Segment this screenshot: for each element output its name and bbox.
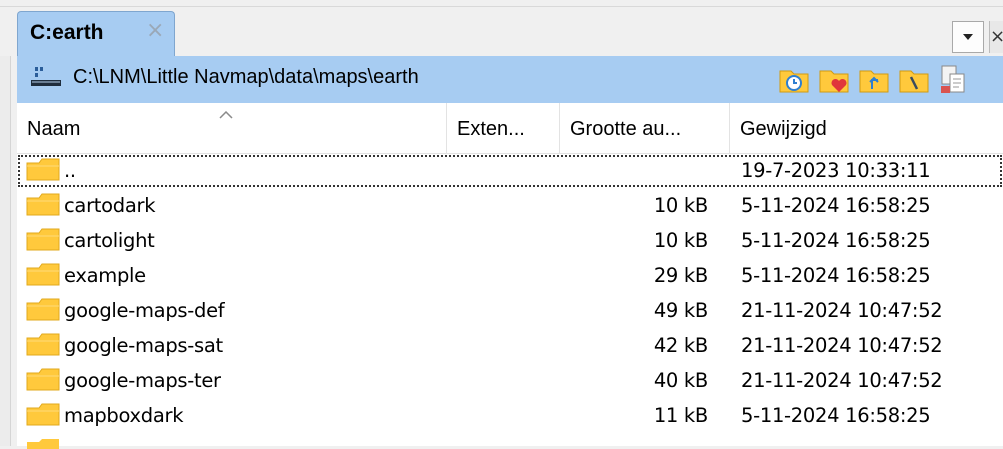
- tab-close-icon[interactable]: ×: [146, 18, 164, 43]
- tab-strip-topline: [0, 0, 1003, 7]
- list-item-name: cartodark: [64, 194, 156, 217]
- list-item-partial[interactable]: [17, 434, 1003, 449]
- list-item-size: 10 kB: [653, 194, 708, 217]
- list-item[interactable]: google-maps-sat 42 kB 21-11-2024 10:47:52: [17, 329, 1003, 363]
- current-path[interactable]: C:\LNM\Little Navmap\data\maps\earth: [73, 66, 419, 89]
- list-item-modified: 5-11-2024 16:58:25: [741, 264, 931, 287]
- list-item-size: 42 kB: [653, 334, 708, 357]
- column-header-modified[interactable]: Gewijzigd: [730, 103, 1003, 153]
- history-icon[interactable]: [777, 62, 811, 96]
- column-header-size-label: Grootte au...: [570, 118, 682, 140]
- drive-icon: [31, 67, 61, 86]
- sort-ascending-icon: [219, 111, 233, 119]
- folder-icon: [26, 333, 60, 356]
- tab-label: C:earth: [30, 21, 104, 44]
- list-item-modified: 21-11-2024 10:47:52: [741, 369, 943, 392]
- list-item[interactable]: cartolight 10 kB 5-11-2024 16:58:25: [17, 224, 1003, 258]
- tab-strip: C:earth × ×: [0, 0, 1003, 56]
- parent-folder-icon[interactable]: [857, 62, 891, 96]
- list-item-size: 49 kB: [653, 299, 708, 322]
- list-item-size: 29 kB: [653, 264, 708, 287]
- list-item-name: google-maps-sat: [64, 334, 223, 357]
- list-item[interactable]: .. 19-7-2023 10:33:11: [17, 154, 1003, 188]
- list-item[interactable]: google-maps-ter 40 kB 21-11-2024 10:47:52: [17, 364, 1003, 398]
- favorites-icon[interactable]: [817, 62, 851, 96]
- list-item-modified: 21-11-2024 10:47:52: [741, 334, 943, 357]
- panel-close-button[interactable]: ×: [989, 21, 1003, 53]
- list-item-size: 11 kB: [653, 404, 708, 427]
- tab-earth[interactable]: C:earth ×: [17, 11, 175, 56]
- column-header-extension[interactable]: Exten...: [447, 103, 560, 153]
- column-header-name-label: Naam: [27, 118, 81, 140]
- list-item[interactable]: google-maps-def 49 kB 21-11-2024 10:47:52: [17, 294, 1003, 328]
- folder-icon: [26, 228, 60, 251]
- chevron-down-icon: [963, 34, 973, 40]
- path-bar: C:\LNM\Little Navmap\data\maps\earth: [17, 56, 1003, 103]
- list-item-modified: 5-11-2024 16:58:25: [741, 404, 931, 427]
- file-list: Naam Exten... Grootte au... Gewijzigd ..…: [17, 103, 1003, 449]
- tab-list-dropdown-button[interactable]: [952, 21, 984, 53]
- folder-icon: [27, 439, 59, 449]
- folder-icon: [26, 403, 60, 426]
- copy-path-icon[interactable]: [937, 62, 971, 96]
- column-header-modified-label: Gewijzigd: [740, 118, 827, 140]
- list-item-name: google-maps-def: [64, 299, 225, 322]
- list-item-name: example: [64, 264, 146, 287]
- list-item-modified: 19-7-2023 10:33:11: [741, 159, 931, 182]
- list-item-modified: 21-11-2024 10:47:52: [741, 299, 943, 322]
- left-panel-edge: [0, 0, 11, 446]
- folder-icon: [26, 298, 60, 321]
- list-item-modified: 5-11-2024 16:58:25: [741, 229, 931, 252]
- folder-icon: [26, 368, 60, 391]
- column-header-size[interactable]: Grootte au...: [560, 103, 730, 153]
- list-item-modified: 5-11-2024 16:58:25: [741, 194, 931, 217]
- list-item-name: mapboxdark: [64, 404, 184, 427]
- column-header-name[interactable]: Naam: [17, 103, 447, 153]
- list-item[interactable]: cartodark 10 kB 5-11-2024 16:58:25: [17, 189, 1003, 223]
- column-header-extension-label: Exten...: [457, 118, 525, 140]
- list-item-name: google-maps-ter: [64, 369, 221, 392]
- list-item-size: 40 kB: [653, 369, 708, 392]
- list-item-name: cartolight: [64, 229, 155, 252]
- folder-icon: [26, 193, 60, 216]
- list-item[interactable]: mapboxdark 11 kB 5-11-2024 16:58:25: [17, 399, 1003, 433]
- root-folder-icon[interactable]: [897, 62, 931, 96]
- folder-icon: [26, 263, 60, 286]
- list-item[interactable]: example 29 kB 5-11-2024 16:58:25: [17, 259, 1003, 293]
- file-list-header: Naam Exten... Grootte au... Gewijzigd: [17, 103, 1003, 154]
- list-item-size: 10 kB: [653, 229, 708, 252]
- folder-icon: [26, 158, 60, 181]
- list-item-name: ..: [64, 159, 76, 182]
